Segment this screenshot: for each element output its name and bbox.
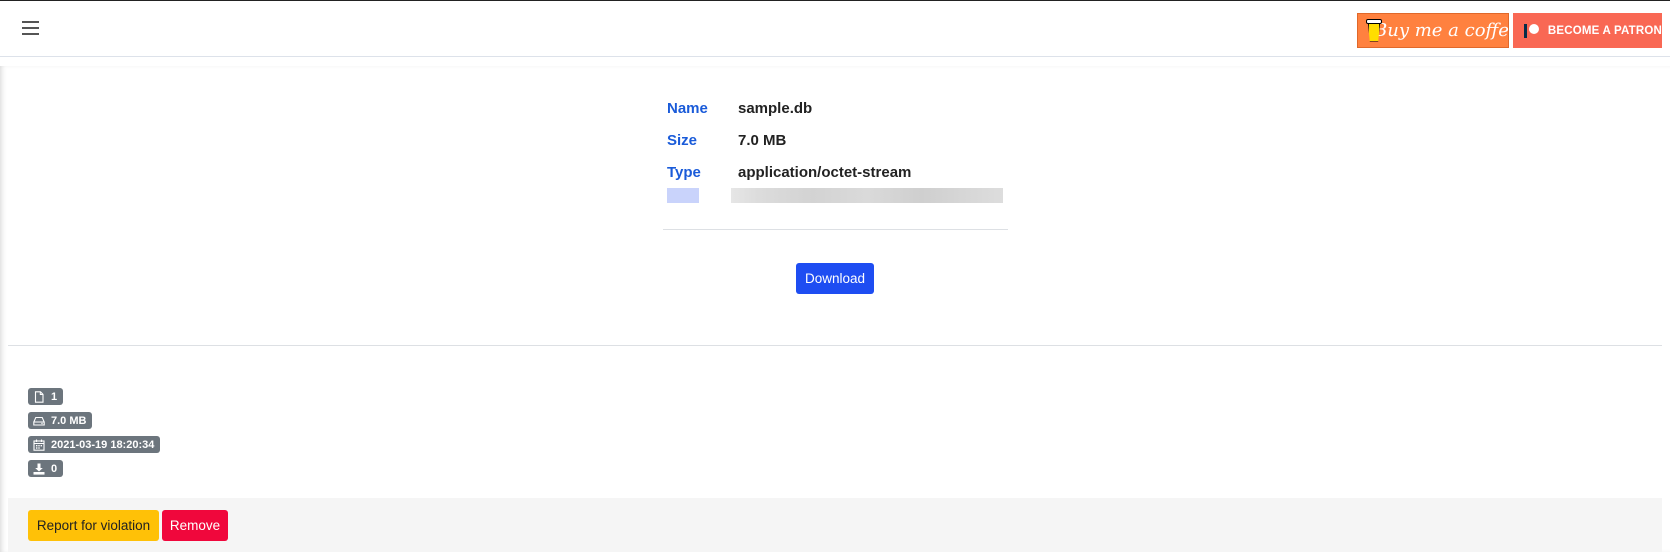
section-divider	[8, 345, 1662, 346]
download-count-badge: 0	[28, 460, 64, 477]
name-value: sample.db	[738, 99, 813, 117]
hamburger-menu-icon[interactable]	[22, 21, 39, 36]
calendar-icon	[33, 439, 45, 451]
size-value: 7.0 MB	[738, 131, 787, 149]
divider	[663, 229, 1008, 230]
patron-button-label: BECOME A PATRON	[1547, 24, 1662, 37]
upload-date-badge: 2021-03-19 18:20:34	[28, 436, 161, 453]
patreon-logo-icon	[1524, 23, 1539, 38]
download-count-value: 0	[51, 462, 58, 475]
coffee-button-label: Buy me a coffee	[1374, 20, 1520, 41]
type-label: Type	[667, 163, 701, 181]
file-count-value: 1	[51, 390, 58, 403]
download-button[interactable]: Download	[796, 263, 874, 294]
name-label: Name	[667, 99, 708, 117]
type-value: application/octet-stream	[738, 163, 912, 181]
size-label: Size	[667, 131, 698, 149]
upload-date-value: 2021-03-19 18:20:34	[51, 438, 155, 451]
top-navbar: Buy me a coffee BECOME A PATRON	[0, 0, 1670, 57]
buy-me-a-coffee-button[interactable]: Buy me a coffee	[1357, 13, 1520, 48]
hard-drive-icon	[33, 416, 45, 426]
file-count-badge: 1	[28, 388, 64, 405]
redacted-label	[667, 188, 699, 203]
file-info-row-size: Size 7.0 MB	[667, 124, 911, 156]
file-detail-panel: Name sample.db Size 7.0 MB Type applicat…	[0, 66, 1670, 552]
total-size-value: 7.0 MB	[51, 414, 87, 427]
redacted-value	[731, 188, 1003, 203]
remove-button[interactable]: Remove	[162, 510, 228, 541]
report-violation-button[interactable]: Report for violation	[28, 510, 159, 541]
file-info-row-type: Type application/octet-stream	[667, 156, 911, 188]
file-icon	[34, 390, 44, 403]
become-a-patron-button[interactable]: BECOME A PATRON	[1513, 13, 1662, 48]
file-info-table: Name sample.db Size 7.0 MB Type applicat…	[667, 92, 911, 188]
total-size-badge: 7.0 MB	[28, 412, 93, 429]
action-footer: Report for violation Remove	[8, 498, 1662, 552]
file-stats: 1 7.0 MB 2021-03-19 18:20:34 0	[28, 388, 161, 484]
download-icon	[33, 463, 45, 475]
file-info-row-name: Name sample.db	[667, 92, 911, 124]
